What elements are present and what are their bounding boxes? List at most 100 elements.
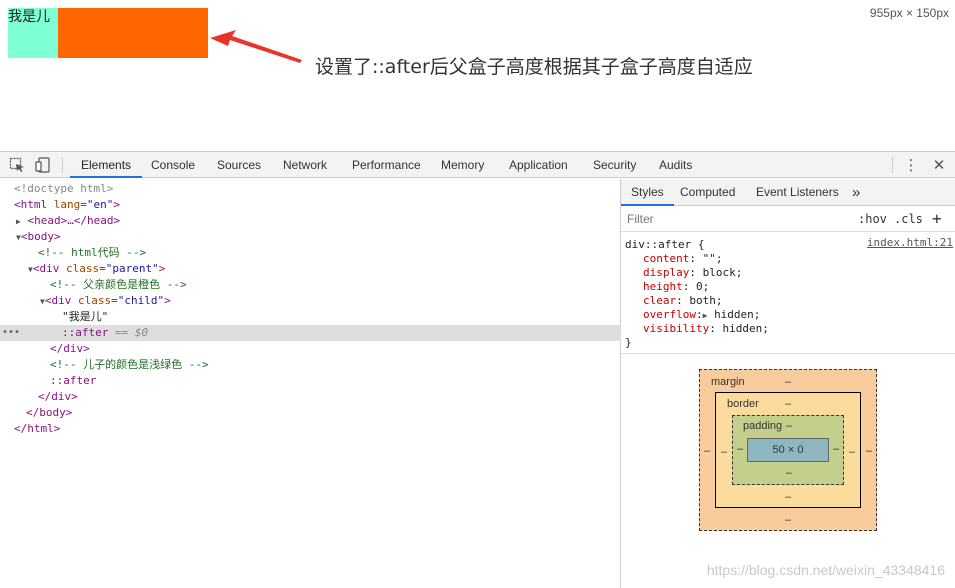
- hover-state-button[interactable]: :hov: [858, 206, 887, 232]
- css-prop-value: both;: [689, 294, 723, 307]
- add-rule-icon[interactable]: +: [932, 206, 942, 232]
- box-model-margin[interactable]: margin – – – – border – – – – padding – …: [699, 369, 877, 531]
- expand-triangle-icon[interactable]: ▶: [16, 217, 21, 226]
- css-prop-value: hidden;: [714, 308, 761, 321]
- tab-elements[interactable]: Elements: [70, 152, 143, 178]
- tab-console[interactable]: Console: [151, 152, 195, 178]
- tab-computed[interactable]: Computed: [680, 179, 735, 206]
- dom-comment-html[interactable]: <!-- html代码 -->: [0, 245, 621, 261]
- border-label: border: [727, 398, 759, 410]
- parent-box-fill: [58, 8, 208, 58]
- class-toggle-button[interactable]: .cls: [894, 206, 923, 232]
- pseudo-after: ::after: [50, 374, 97, 387]
- padding-top-value[interactable]: –: [786, 420, 792, 432]
- border-bottom-value[interactable]: –: [785, 491, 791, 503]
- dom-comment-child[interactable]: <!-- 儿子的颜色是浅绿色 -->: [0, 357, 621, 373]
- rule-source-link[interactable]: index.html:21: [867, 236, 953, 249]
- elements-dom-tree: <!doctype html> <html lang="en"> ▶ <head…: [0, 179, 621, 588]
- attr-class: class: [77, 294, 112, 307]
- tab-application[interactable]: Application: [509, 152, 568, 178]
- tag-div-close: </div>: [50, 342, 90, 355]
- selected-marker: == $0: [114, 326, 149, 339]
- attr-class: class: [65, 262, 100, 275]
- box-model-border[interactable]: border – – – – padding – – – – 50 × 0: [715, 392, 861, 508]
- dom-doctype[interactable]: <!doctype html>: [0, 181, 621, 197]
- margin-top-value[interactable]: –: [785, 376, 791, 388]
- styles-filter-input[interactable]: [625, 209, 847, 229]
- border-top-value[interactable]: –: [785, 398, 791, 410]
- dom-head[interactable]: ▶ <head>…</head>: [0, 213, 621, 229]
- margin-label: margin: [711, 376, 745, 388]
- tag-body: <body>: [20, 230, 61, 243]
- attr-lang-value: "en": [86, 198, 114, 211]
- dom-body-close[interactable]: </body>: [0, 405, 621, 421]
- styles-sidebar: Styles Computed Event Listeners » :hov .…: [621, 179, 955, 588]
- tab-sources[interactable]: Sources: [217, 152, 261, 178]
- css-declaration[interactable]: clear: both;: [643, 294, 723, 308]
- tag-html: <html: [14, 198, 48, 211]
- css-prop-value: hidden;: [722, 322, 769, 335]
- viewport-size-label: 955px × 150px: [869, 6, 949, 20]
- close-icon[interactable]: ✕: [931, 152, 947, 178]
- more-tabs-icon[interactable]: »: [852, 179, 860, 206]
- dom-div-close[interactable]: </div>: [0, 389, 621, 405]
- dom-div-close[interactable]: </div>: [0, 341, 621, 357]
- inspect-element-icon[interactable]: [9, 157, 25, 173]
- dom-div-child[interactable]: ▼<div class="child">: [0, 293, 621, 309]
- css-declaration[interactable]: visibility: hidden;: [643, 322, 769, 336]
- css-declaration[interactable]: content: "";: [643, 252, 722, 266]
- toolbar-divider: [892, 157, 893, 173]
- device-toolbar-icon[interactable]: [35, 157, 51, 173]
- pseudo-after: ::after: [62, 326, 109, 339]
- box-model-content[interactable]: 50 × 0: [747, 438, 829, 462]
- tab-security[interactable]: Security: [593, 152, 636, 178]
- dom-html-open[interactable]: <html lang="en">: [0, 197, 621, 213]
- expand-triangle-icon[interactable]: ▶: [703, 311, 708, 320]
- page-viewport: 我是儿 955px × 150px 设置了::after后父盒子高度根据其子盒子…: [0, 0, 955, 150]
- css-declaration[interactable]: overflow:▶ hidden;: [643, 308, 760, 322]
- css-declaration[interactable]: height: 0;: [643, 280, 709, 294]
- margin-right-value[interactable]: –: [866, 445, 872, 457]
- margin-left-value[interactable]: –: [704, 445, 710, 457]
- css-prop-name: content: [643, 252, 690, 265]
- padding-bottom-value[interactable]: –: [786, 467, 792, 479]
- padding-left-value[interactable]: –: [737, 443, 743, 455]
- devtools-panel: Elements Console Sources Network Perform…: [0, 151, 955, 588]
- dom-after-selected[interactable]: •••::after == $0: [0, 325, 621, 341]
- dom-div-parent[interactable]: ▼<div class="parent">: [0, 261, 621, 277]
- text-node: "我是儿": [62, 310, 109, 323]
- sidebar-tabbar: Styles Computed Event Listeners »: [621, 179, 955, 206]
- padding-label: padding: [743, 420, 783, 432]
- tab-memory[interactable]: Memory: [441, 152, 484, 178]
- margin-bottom-value[interactable]: –: [785, 514, 791, 526]
- tab-performance[interactable]: Performance: [352, 152, 421, 178]
- rule-selector[interactable]: div::after {: [625, 238, 704, 252]
- dom-body-open[interactable]: ▼<body>: [0, 229, 621, 245]
- dom-html-close[interactable]: </html>: [0, 421, 621, 437]
- tag-div-close: </div>: [38, 390, 78, 403]
- box-model-padding[interactable]: padding – – – – 50 × 0: [732, 415, 844, 485]
- css-declaration[interactable]: display: block;: [643, 266, 742, 280]
- more-actions-icon[interactable]: •••: [2, 325, 20, 341]
- comment-text: <!-- 儿子的颜色是浅绿色 -->: [50, 358, 209, 371]
- tab-event-listeners[interactable]: Event Listeners: [756, 179, 839, 206]
- tab-audits[interactable]: Audits: [659, 152, 692, 178]
- tab-styles[interactable]: Styles: [621, 179, 674, 206]
- tab-network[interactable]: Network: [283, 152, 327, 178]
- css-rule-div-after: div::after { index.html:21 content: ""; …: [621, 234, 955, 354]
- styles-filterbar: :hov .cls +: [621, 206, 955, 232]
- rule-close-brace: }: [625, 336, 632, 349]
- css-prop-name: height: [643, 280, 683, 293]
- border-left-value[interactable]: –: [721, 446, 727, 458]
- comment-text: <!-- 父亲颜色是橙色 -->: [50, 278, 187, 291]
- border-right-value[interactable]: –: [849, 446, 855, 458]
- padding-right-value[interactable]: –: [833, 443, 839, 455]
- css-prop-value: block;: [702, 266, 743, 279]
- dom-text-node[interactable]: "我是儿": [0, 309, 621, 325]
- dom-parent-after[interactable]: ::after: [0, 373, 621, 389]
- css-prop-value: 0;: [696, 280, 710, 293]
- doctype-text: <!doctype html>: [14, 182, 114, 195]
- dom-comment-parent[interactable]: <!-- 父亲颜色是橙色 -->: [0, 277, 621, 293]
- annotation-text: 设置了::after后父盒子高度根据其子盒子高度自适应: [315, 56, 753, 78]
- more-options-icon[interactable]: ⋮: [903, 152, 919, 178]
